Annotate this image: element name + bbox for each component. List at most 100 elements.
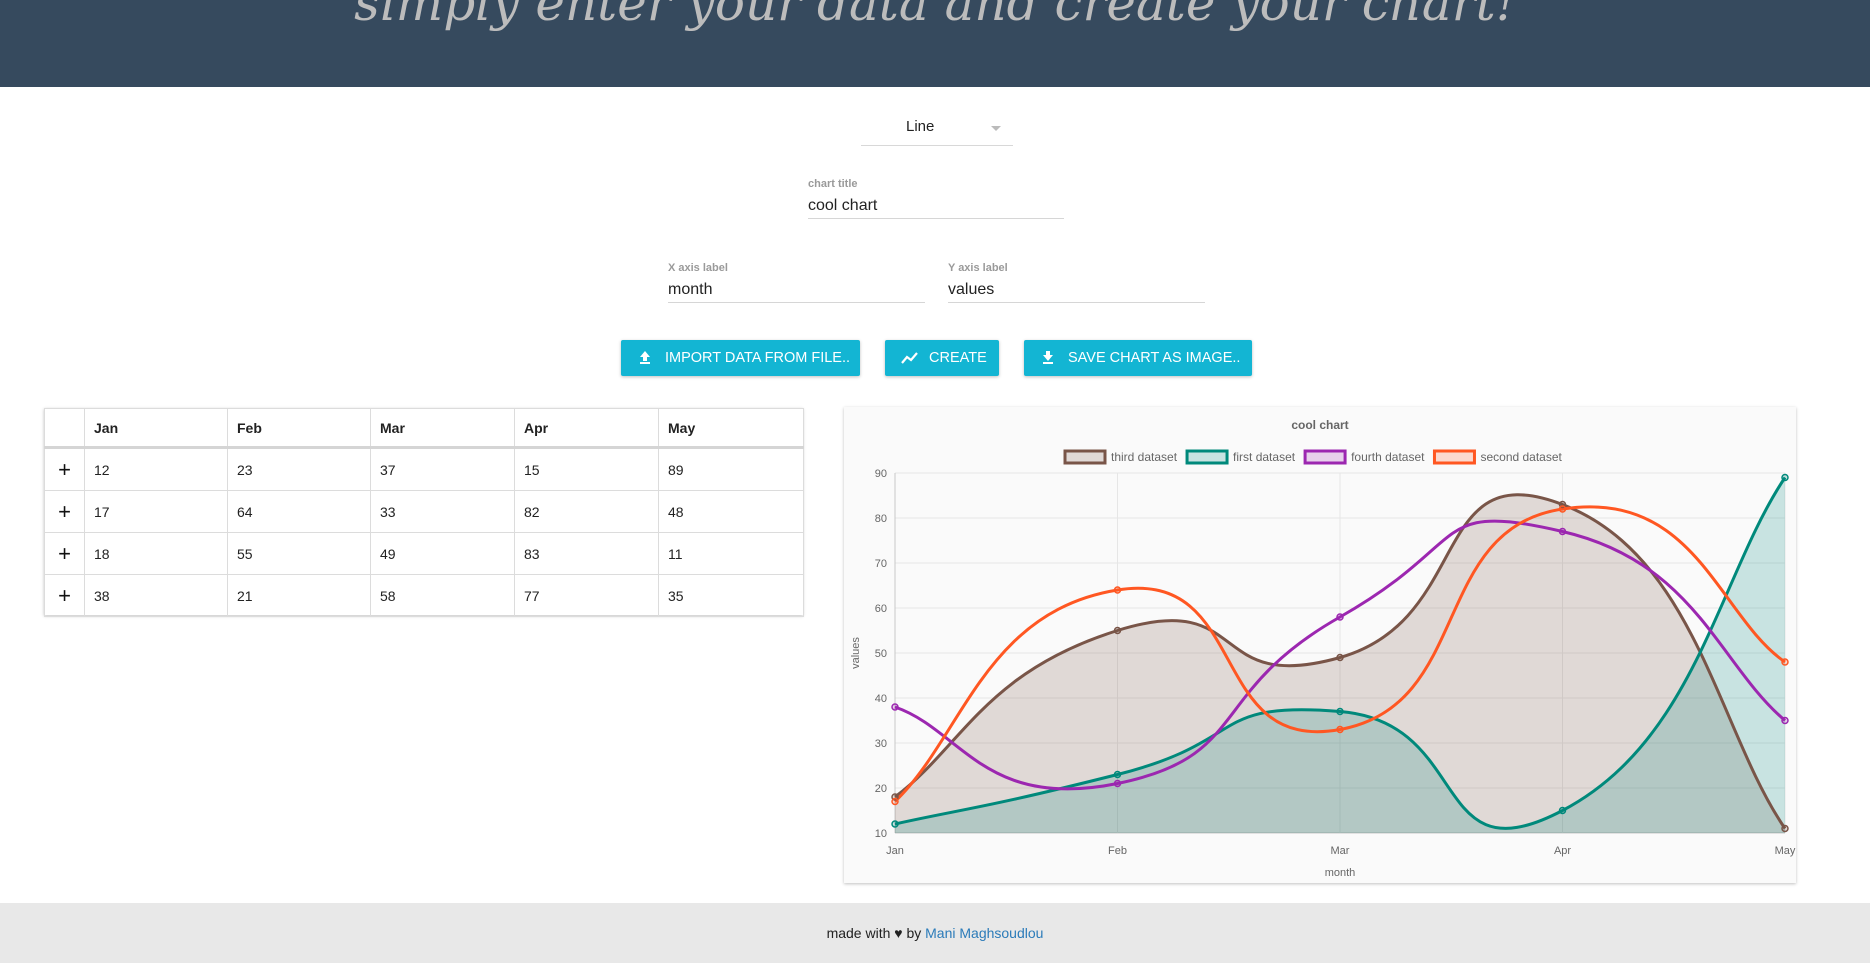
add-row-button[interactable]: + (44, 532, 85, 575)
table-cell[interactable]: 12 (84, 447, 228, 491)
author-link[interactable]: Mani Maghsoudlou (925, 925, 1043, 941)
legend-swatch (1303, 449, 1347, 465)
y-tick-label: 80 (875, 513, 887, 525)
table-row: + 17 64 33 82 48 (44, 490, 804, 533)
data-point-fourth-dataset (1113, 779, 1122, 788)
y-axis-label-field: Y axis label (948, 262, 1205, 308)
page-footer: made with ♥ by Mani Maghsoudlou (0, 903, 1870, 963)
column-header[interactable]: May (658, 408, 804, 449)
table-cell[interactable]: 58 (370, 574, 515, 617)
data-point-first-dataset (1558, 806, 1567, 815)
x-tick-label: Mar (1331, 845, 1350, 857)
y-tick-label: 20 (875, 783, 887, 795)
chevron-down-icon (991, 126, 1001, 131)
add-row-button[interactable]: + (44, 447, 85, 491)
chart-title-label: chart title (808, 178, 858, 190)
chart-type-select[interactable]: Line (861, 111, 1013, 146)
legend-swatch (1063, 449, 1107, 465)
x-axis-label-label: X axis label (668, 262, 728, 274)
chart-title-input[interactable] (808, 194, 1064, 219)
line-chart: cool chart third dataset first dataset four… (850, 418, 1796, 879)
header-title: simply enter your data and create your c… (354, 0, 1516, 32)
y-tick-label: 10 (875, 828, 887, 840)
data-point-fourth-dataset (1336, 613, 1344, 621)
data-point-third-dataset (1113, 626, 1122, 635)
table-cell[interactable]: 82 (514, 490, 659, 533)
table-row: + 18 55 49 83 11 (44, 532, 804, 575)
y-tick-label: 70 (875, 558, 887, 570)
data-point-fourth-dataset (1781, 716, 1789, 725)
table-cell[interactable]: 17 (84, 490, 228, 533)
data-point-first-dataset (891, 820, 899, 828)
legend-swatch (1432, 449, 1476, 465)
table-cell[interactable]: 18 (84, 532, 228, 575)
x-tick-label: May (1775, 845, 1796, 857)
data-table: Jan Feb Mar Apr May + 12 23 37 15 89 + 1… (44, 408, 804, 617)
download-icon (1040, 350, 1056, 366)
save-chart-button[interactable]: SAVE CHART AS IMAGE.. (1024, 340, 1252, 376)
add-row-button[interactable]: + (44, 490, 85, 533)
column-header[interactable]: Apr (514, 408, 659, 449)
upload-icon (637, 350, 653, 366)
table-cell[interactable]: 35 (658, 574, 804, 617)
table-row: + 12 23 37 15 89 (44, 447, 804, 491)
x-tick-label: Feb (1108, 845, 1127, 857)
data-point-first-dataset (1336, 707, 1344, 716)
table-corner-cell (44, 408, 85, 449)
chart-type-value: Line (906, 118, 935, 135)
x-axis-label-input[interactable] (668, 278, 925, 303)
create-label: CREATE (929, 350, 987, 366)
y-tick-label: 40 (875, 693, 887, 705)
column-header[interactable]: Feb (227, 408, 371, 449)
footer-text: made with ♥ by (826, 925, 922, 941)
add-row-button[interactable]: + (44, 574, 85, 617)
table-row: + 38 21 58 77 35 (44, 574, 804, 617)
table-cell[interactable]: 37 (370, 447, 515, 491)
y-axis-title: values (850, 637, 862, 669)
page-header: simply enter your data and create your c… (0, 0, 1870, 87)
data-point-second-dataset (1113, 586, 1122, 594)
data-point-second-dataset (1781, 658, 1789, 666)
table-cell[interactable]: 55 (227, 532, 371, 575)
x-axis-label-field: X axis label (668, 262, 925, 308)
data-point-first-dataset (1113, 770, 1122, 779)
save-chart-label: SAVE CHART AS IMAGE.. (1068, 350, 1241, 366)
table-cell[interactable]: 38 (84, 574, 228, 617)
y-tick-label: 30 (875, 738, 887, 750)
data-point-first-dataset (1781, 473, 1789, 482)
y-tick-label: 60 (875, 603, 887, 615)
legend-label: fourth dataset (1351, 450, 1425, 464)
data-point-second-dataset (1558, 505, 1567, 513)
chart-card: cool chart third dataset first dataset four… (844, 407, 1796, 883)
table-cell[interactable]: 21 (227, 574, 371, 617)
data-point-second-dataset (891, 797, 899, 806)
data-point-fourth-dataset (891, 703, 899, 711)
table-cell[interactable]: 23 (227, 447, 371, 491)
create-button[interactable]: CREATE (885, 340, 999, 376)
y-axis-label-label: Y axis label (948, 262, 1008, 274)
table-cell[interactable]: 77 (514, 574, 659, 617)
data-point-third-dataset (1336, 653, 1344, 662)
legend-label: first dataset (1233, 450, 1296, 464)
import-data-button[interactable]: IMPORT DATA FROM FILE.. (621, 340, 860, 376)
table-cell[interactable]: 33 (370, 490, 515, 533)
table-cell[interactable]: 49 (370, 532, 515, 575)
y-axis-label-input[interactable] (948, 278, 1205, 303)
table-cell[interactable]: 64 (227, 490, 371, 533)
import-data-label: IMPORT DATA FROM FILE.. (665, 350, 851, 366)
data-point-third-dataset (1781, 824, 1789, 833)
table-cell[interactable]: 89 (658, 447, 804, 491)
x-tick-label: Jan (886, 845, 904, 857)
x-tick-label: Apr (1554, 845, 1571, 857)
table-cell[interactable]: 11 (658, 532, 804, 575)
x-axis-title: month (1325, 867, 1356, 879)
chart-title-field: chart title (808, 178, 1064, 224)
table-cell[interactable]: 48 (658, 490, 804, 533)
table-cell[interactable]: 83 (514, 532, 659, 575)
column-header[interactable]: Mar (370, 408, 515, 449)
table-cell[interactable]: 15 (514, 447, 659, 491)
y-tick-label: 90 (875, 468, 887, 480)
column-header[interactable]: Jan (84, 408, 228, 449)
data-point-fourth-dataset (1558, 527, 1567, 536)
table-header-row: Jan Feb Mar Apr May (44, 408, 804, 449)
